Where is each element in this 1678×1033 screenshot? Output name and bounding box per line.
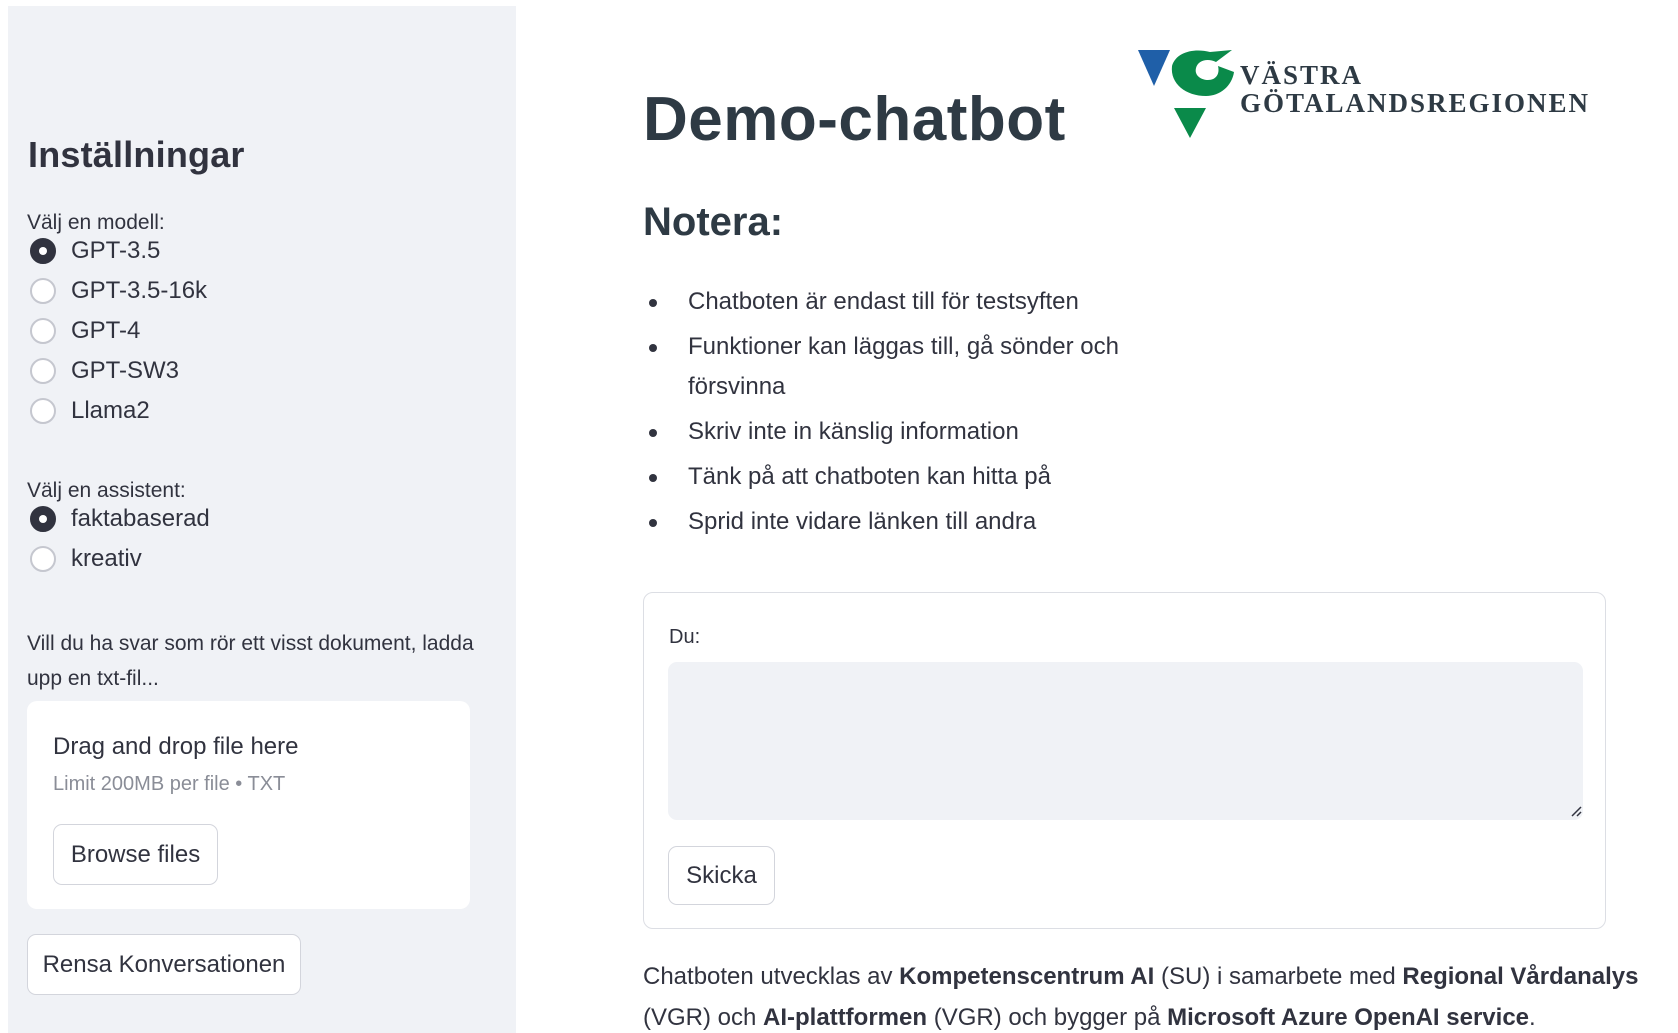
chat-input-label: Du: [669, 626, 701, 648]
radio-option-gpt-sw3[interactable]: GPT-SW3 [30, 351, 207, 391]
main-content: Demo-chatbot VÄSTRA GÖTALANDSREGIONEN No… [516, 0, 1678, 1033]
radio-option-llama2[interactable]: Llama2 [30, 391, 207, 431]
radio-label: faktabaserad [71, 505, 210, 532]
radio-label: kreativ [71, 545, 142, 572]
browse-files-button[interactable]: Browse files [53, 824, 218, 885]
radio-unchecked-icon[interactable] [30, 546, 56, 572]
radio-label: GPT-4 [71, 317, 141, 344]
footer-text: (VGR) och bygger på [927, 1004, 1168, 1031]
footer-strong: Microsoft Azure OpenAI service [1167, 1004, 1530, 1031]
footer-text: (SU) i samarbete med [1154, 963, 1403, 990]
radio-unchecked-icon[interactable] [30, 318, 56, 344]
radio-label: GPT-3.5-16k [71, 277, 208, 304]
radio-option-gpt-3-5[interactable]: GPT-3.5 [30, 231, 207, 271]
radio-unchecked-icon[interactable] [30, 358, 56, 384]
list-item: Skriv inte in känslig information [643, 412, 1163, 452]
vgr-logo-icon: VÄSTRA GÖTALANDSREGIONEN [1138, 50, 1590, 138]
footer-credits: Chatboten utvecklas av Kompetenscentrum … [643, 956, 1643, 1033]
chat-input[interactable] [668, 662, 1583, 820]
radio-checked-icon[interactable] [30, 506, 56, 532]
chat-form: Du: Skicka [643, 592, 1606, 929]
list-item: Sprid inte vidare länken till andra [643, 502, 1163, 542]
radio-checked-icon[interactable] [30, 238, 56, 264]
list-item: Funktioner kan läggas till, gå sönder oc… [643, 327, 1163, 407]
clear-conversation-button[interactable]: Rensa Konversationen [27, 934, 301, 995]
page-title: Demo-chatbot [643, 85, 1066, 154]
notes-heading: Notera: [643, 200, 784, 244]
footer-strong: Regional Vårdanalys [1402, 963, 1639, 990]
upload-note: Vill du ha svar som rör ett visst dokume… [27, 632, 474, 690]
footer-text: Chatboten utvecklas av [643, 963, 900, 990]
file-dropzone[interactable]: Drag and drop file here Limit 200MB per … [27, 701, 470, 909]
dropzone-limit: Limit 200MB per file • TXT [53, 773, 286, 795]
list-item: Tänk på att chatboten kan hitta på [643, 457, 1163, 497]
resize-handle-icon[interactable] [1570, 805, 1582, 817]
radio-label: Llama2 [71, 397, 150, 424]
send-button[interactable]: Skicka [668, 846, 775, 905]
radio-option-gpt-4[interactable]: GPT-4 [30, 311, 207, 351]
footer-strong: Kompetenscentrum AI [899, 963, 1155, 990]
radio-option-gpt-3-5-16k[interactable]: GPT-3.5-16k [30, 271, 207, 311]
logo-line-1: VÄSTRA [1240, 60, 1363, 90]
radio-unchecked-icon[interactable] [30, 278, 56, 304]
sidebar-title: Inställningar [28, 134, 245, 175]
footer-text: (VGR) och [643, 1004, 764, 1031]
list-item: Chatboten är endast till för testsyften [643, 282, 1163, 322]
footer-strong: AI-plattformen [763, 1004, 928, 1031]
logo-line-2: GÖTALANDSREGIONEN [1240, 88, 1590, 118]
footer-text: . [1529, 1004, 1536, 1031]
dropzone-title: Drag and drop file here [53, 733, 299, 760]
model-radio-group: GPT-3.5 GPT-3.5-16k GPT-4 GPT-SW3 Llama2 [30, 231, 207, 431]
radio-option-kreativ[interactable]: kreativ [30, 539, 210, 579]
radio-option-faktabaserad[interactable]: faktabaserad [30, 499, 210, 539]
sidebar: Inställningar Välj en modell: GPT-3.5 GP… [8, 6, 516, 1033]
radio-label: GPT-3.5 [71, 237, 161, 264]
vgr-logo: VÄSTRA GÖTALANDSREGIONEN [1136, 46, 1636, 146]
radio-unchecked-icon[interactable] [30, 398, 56, 424]
assistant-radio-group: faktabaserad kreativ [30, 499, 210, 579]
notes-list: Chatboten är endast till för testsyften … [643, 282, 1163, 547]
radio-label: GPT-SW3 [71, 357, 180, 384]
